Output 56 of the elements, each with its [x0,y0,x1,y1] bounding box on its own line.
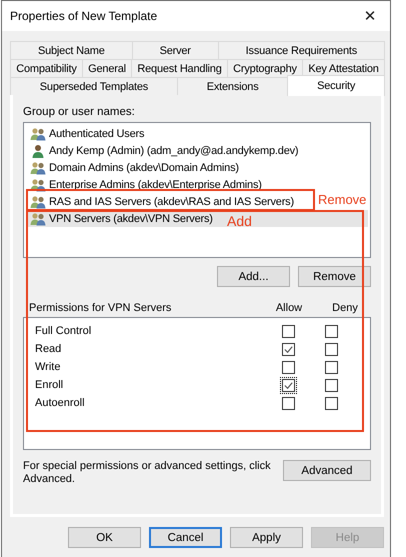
deny-checkbox[interactable] [325,378,338,392]
checkmark-icon [282,344,294,354]
allow-checkbox[interactable] [280,394,296,412]
checkmark-icon [282,380,294,390]
dialog-button[interactable]: Cancel [149,527,222,548]
column-header: Allow [274,302,304,314]
dialog-button[interactable]: OK [68,527,141,548]
tab[interactable]: Superseded Templates [10,77,178,95]
users-icon [30,194,46,208]
deny-checkbox[interactable] [325,324,338,338]
principal-row[interactable]: Domain Admins (akdev\Domain Admins) [26,159,241,176]
annotation-label: Remove [318,192,366,208]
advanced-hint: For special permissions or advanced settings, click Advanced. [23,460,272,486]
allow-checkbox[interactable] [280,376,296,394]
allow-checkbox[interactable] [280,322,296,340]
deny-checkbox[interactable] [325,396,338,410]
deny-checkbox[interactable] [325,360,338,374]
tab[interactable]: Subject Name [10,41,133,59]
permission-name: Autoenroll [35,397,86,409]
window-title: Properties of New Template [10,9,158,23]
list-button[interactable]: Remove [298,266,371,287]
tab[interactable]: Issuance Requirements [218,41,385,59]
permissions-label: Permissions for VPN Servers [29,302,172,314]
principal-name: RAS and IAS Servers (akdev\RAS and IAS Servers) [49,196,294,208]
user-icon [30,144,46,158]
tab[interactable]: Cryptography [226,59,304,77]
allow-checkbox[interactable] [280,340,296,358]
principal-name: Enterprise Admins (akdev\Enterprise Admins) [49,178,262,190]
users-icon [30,212,46,226]
users-icon [30,126,46,140]
permission-name: Write [35,361,62,373]
dialog-button[interactable]: Apply [230,527,303,548]
principal-row[interactable]: RAS and IAS Servers (akdev\RAS and IAS Servers) [26,193,296,210]
principal-row[interactable]: Authenticated Users [26,125,146,142]
principal-row[interactable]: Andy Kemp (Admin) (adm_andy@ad.andykemp.dev) [26,142,300,159]
users-icon [30,178,46,192]
group-label: Group or user names: [23,105,136,119]
principal-row[interactable]: Enterprise Admins (akdev\Enterprise Admins) [26,176,264,193]
principal-name: Andy Kemp (Admin) (adm_andy@ad.andykemp.dev) [49,144,298,156]
users-icon [30,160,46,174]
permission-name: Enroll [35,379,64,391]
permission-name: Full Control [35,325,92,337]
advanced-button[interactable]: Advanced [283,460,371,481]
allow-checkbox[interactable] [280,358,296,376]
principal-name: VPN Servers (akdev\VPN Servers) [49,212,213,224]
tab[interactable]: Security [287,75,386,96]
close-button[interactable]: ✕ [350,1,390,31]
permission-name: Read [35,343,62,355]
deny-checkbox[interactable] [325,342,338,356]
list-button[interactable]: Add... [217,266,290,287]
column-header: Deny [331,302,359,314]
principal-name: Authenticated Users [49,128,144,140]
annotation-label: Add [227,213,252,229]
principal-name: Domain Admins (akdev\Domain Admins) [49,162,239,174]
tab[interactable]: Compatibility [10,59,83,77]
tab[interactable]: Request Handling [131,59,228,77]
